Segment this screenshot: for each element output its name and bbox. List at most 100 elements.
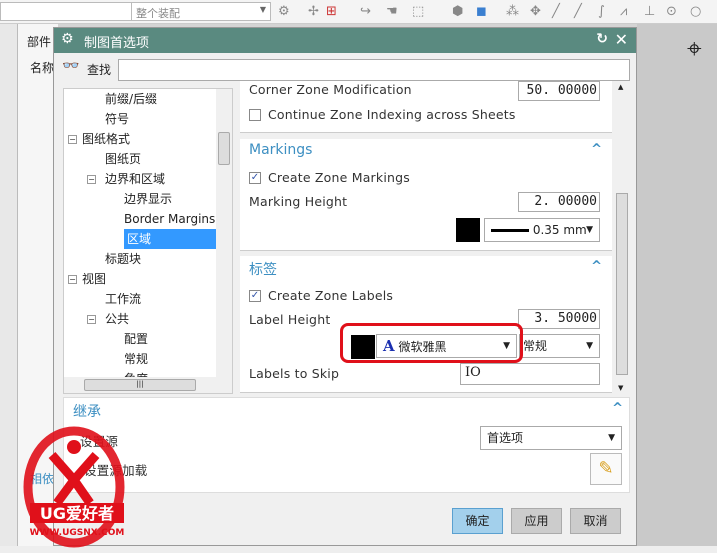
create-labels-checkbox[interactable]: ✓ [249,290,261,302]
tree-item[interactable]: 工作流 [105,289,141,309]
tree-item[interactable]: 区域 [124,229,220,249]
reset-icon[interactable]: ↻ [596,31,608,47]
continue-zone-checkbox[interactable] [249,109,261,121]
collapse-toggle-icon[interactable]: − [68,275,77,284]
markings-section: Markings ^ ✓ Create Zone Markings Markin… [240,139,612,251]
cancel-button[interactable]: 取消 [570,508,621,534]
settings-scrollbar[interactable]: ▲ ▼ [614,81,630,394]
collapse-toggle-icon[interactable]: − [87,175,96,184]
line-width-value: 0.35 mm [532,223,587,237]
markings-title[interactable]: Markings [249,142,312,158]
cube-icon[interactable]: ◼ [476,4,487,19]
tree-item[interactable]: 边界和区域 [105,169,165,189]
create-markings-label: Create Zone Markings [268,170,410,185]
find-row: 👓 查找 [62,58,111,77]
source-dropdown[interactable]: 首选项 ▼ [480,426,622,450]
move-icon[interactable]: ↪ [360,4,371,19]
tree-item[interactable]: 图纸格式 [82,129,130,149]
labels-to-skip-label: Labels to Skip [249,366,340,381]
tree-item[interactable]: 符号 [105,109,129,129]
column-name: 名称 [30,61,55,75]
line2-icon[interactable]: ╱ [574,4,582,19]
tree-item[interactable]: 标题块 [105,249,141,269]
shaded-icon[interactable]: ⬢ [452,4,463,19]
assembly-scope-value: 整个装配 [136,7,180,20]
tree-item[interactable]: 常规 [124,349,148,369]
load-settings-icon: ✎ [598,458,614,479]
tree-item[interactable]: 视图 [82,269,106,289]
marking-color-swatch[interactable] [456,218,480,242]
inherit-section: 继承 ^ 设置源 首选项 ▼ 设置源加载 ✎ [63,397,630,493]
line-icon[interactable]: ╱ [552,4,560,19]
crosshair-cursor-icon: ⌖ [687,34,702,64]
create-markings-checkbox[interactable]: ✓ [249,172,261,184]
zone-section: Corner Zone Modification 50. 00000 Conti… [240,81,612,133]
chevron-down-icon: ▼ [586,225,593,235]
source-value: 首选项 [487,431,524,445]
inherit-title[interactable]: 继承 [73,401,101,421]
selection-box-icon[interactable]: ⬚ [412,4,424,19]
snap-icon[interactable]: ✢ [308,4,319,19]
collapse-chevron-icon[interactable]: ^ [591,259,602,274]
spline-icon[interactable]: ⩘ [620,4,627,19]
assembly-scope-combo[interactable]: 整个装配 ▼ [131,2,271,21]
curve-icon[interactable]: ∫ [598,4,605,19]
preferences-tree: 前缀/后缀 符号 图纸格式 − 图纸页 边界和区域 − 边界显示 Border Margins 区… [63,88,233,394]
perpendicular-icon[interactable]: ⊥ [644,4,655,19]
continue-zone-label: Continue Zone Indexing across Sheets [268,107,516,122]
corner-zone-label: Corner Zone Modification [249,82,412,97]
drafting-preferences-dialog: ⚙ 制图首选项 ↻ ✕ 👓 查找 前缀/后缀 符号 图纸格式 − 图纸页 边界和区域 − 边界… [53,27,637,546]
font-style-dropdown[interactable]: 常规 ▼ [519,334,600,358]
gear-icon: ⚙ [61,31,74,47]
chevron-down-icon: ▼ [259,5,266,14]
collapse-toggle-icon[interactable]: − [87,315,96,324]
resource-bar [0,24,18,553]
chevron-down-icon: ▼ [586,341,593,351]
main-toolbar: ▼ 整个装配▼ ⚙ ✢ ⊞ ↪ ☚ ⬚ ⬢ ◼ ⁂ ✥ ╱ ╱ ∫ ⩘ ⊥ ⊙ … [0,0,717,24]
font-style-value: 常规 [523,339,548,353]
binoculars-icon: 👓 [62,58,80,74]
ugsnx-watermark-stamp: UG爱好者 WWW.UGSNX.COM [23,426,125,548]
apply-button[interactable]: 应用 [511,508,562,534]
collapse-chevron-icon[interactable]: ^ [591,142,602,157]
scroll-down-icon[interactable]: ▼ [618,384,623,392]
watermark-brand: UG爱好者 [40,504,114,523]
collapse-chevron-icon[interactable]: ^ [612,401,623,416]
graphics-window[interactable]: ⌖ [637,24,717,553]
dialog-titlebar: ⚙ 制图首选项 ↻ ✕ [54,28,636,53]
tree-scroll-thumb[interactable] [218,132,230,165]
labels-to-skip-input[interactable]: IO [460,363,600,385]
circle-icon[interactable]: ○ [690,4,701,19]
tree-hscroll-thumb[interactable]: ||| [84,379,196,391]
tree-item[interactable]: Border Margins [124,209,215,229]
settings-scroll-thumb[interactable] [616,193,628,375]
pattern-icon[interactable]: ⁂ [506,4,519,19]
tree-horizontal-scrollbar[interactable]: ||| [64,377,232,393]
tree-item[interactable]: 前缀/后缀 [105,89,157,109]
tree-item[interactable]: 边界显示 [124,189,172,209]
label-height-input[interactable]: 3. 50000 [518,309,600,329]
point-snap-icon[interactable]: ⊞ [326,4,337,19]
load-settings-button[interactable]: ✎ [590,453,622,485]
transform-icon[interactable]: ✥ [530,4,541,19]
dialog-title: 制图首选项 [84,36,150,51]
tree-item[interactable]: 公共 [105,309,129,329]
marking-height-input[interactable]: 2. 00000 [518,192,600,212]
circle-center-icon[interactable]: ⊙ [666,4,677,19]
line-width-dropdown[interactable]: 0.35 mm ▼ [484,218,600,242]
tree-item[interactable]: 配置 [124,329,148,349]
tree-vertical-scrollbar[interactable] [216,89,232,377]
collapse-toggle-icon[interactable]: − [68,135,77,144]
tree-item[interactable]: 图纸页 [105,149,141,169]
line-sample-icon [491,229,529,232]
label-height-label: Label Height [249,312,331,327]
hand-icon[interactable]: ☚ [386,4,398,19]
close-icon[interactable]: ✕ [615,30,628,49]
labels-title[interactable]: 标签 [249,259,277,279]
corner-zone-input[interactable]: 50. 00000 [518,81,600,101]
tab-parts[interactable]: 部件 [27,33,51,50]
scroll-up-icon[interactable]: ▲ [618,83,623,91]
find-input[interactable] [118,59,630,81]
assembly-icon[interactable]: ⚙ [278,4,290,19]
ok-button[interactable]: 确定 [452,508,503,534]
